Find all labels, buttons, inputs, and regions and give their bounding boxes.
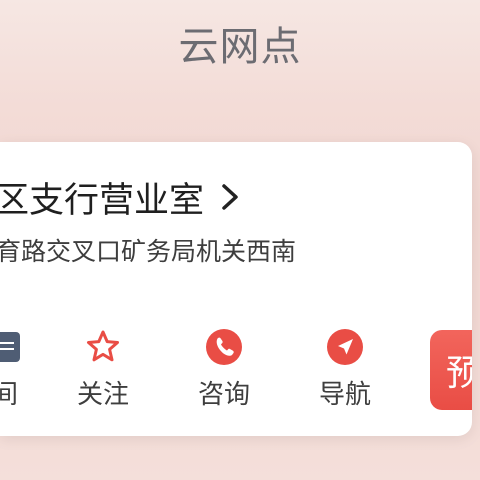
page-title: 云网点 <box>178 24 302 70</box>
consult-button[interactable]: 咨询 <box>179 328 269 411</box>
clock-icon <box>0 332 20 362</box>
business-hours-button[interactable]: 间 <box>0 328 22 410</box>
navigate-button[interactable]: 导航 <box>300 328 390 411</box>
navigate-label: 导航 <box>318 380 371 410</box>
branch-card: 区支行营业室 育路交叉口矿务局机关西南 间 关注 咨询 导航 预 <box>0 142 472 436</box>
chevron-right-icon <box>222 184 238 210</box>
branch-address: 育路交叉口矿务局机关西南 <box>0 237 297 266</box>
appointment-button[interactable]: 预 <box>430 330 472 410</box>
consult-label: 咨询 <box>197 380 250 410</box>
phone-icon <box>206 329 242 365</box>
business-hours-label: 间 <box>0 380 19 410</box>
star-outline-icon <box>87 330 119 362</box>
branch-title-row[interactable]: 区支行营业室 <box>0 172 242 222</box>
navigation-arrow-icon <box>327 329 363 365</box>
follow-button[interactable]: 关注 <box>58 328 148 411</box>
follow-label: 关注 <box>76 380 129 410</box>
branch-name: 区支行营业室 <box>0 180 205 221</box>
